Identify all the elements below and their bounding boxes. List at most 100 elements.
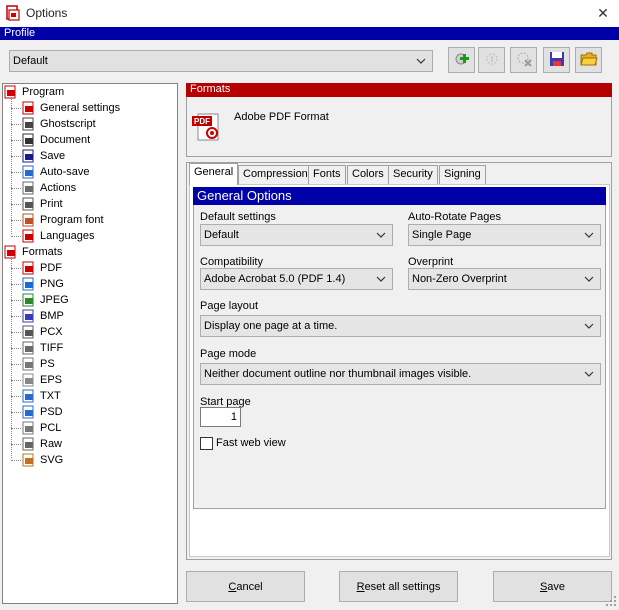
- tab-compression[interactable]: Compression: [238, 165, 313, 184]
- program-font-icon: [21, 213, 36, 227]
- default-settings-select[interactable]: Default: [200, 224, 393, 246]
- auto-rotate-select[interactable]: Single Page: [408, 224, 601, 246]
- tree-connector: [11, 188, 21, 189]
- tree-item-bmp[interactable]: BMP: [21, 308, 64, 324]
- tree-connector: [11, 156, 21, 157]
- tree-item-label: General settings: [40, 102, 121, 114]
- save-profile-button[interactable]: [543, 47, 570, 73]
- tree-item-label: Formats: [22, 246, 63, 258]
- settings-tree: Program General settings Ghostscript Docume…: [2, 83, 178, 604]
- profile-select-value: Default: [13, 55, 48, 67]
- save-profile-icon: [549, 51, 565, 70]
- reset-mnemonic: R: [356, 580, 365, 593]
- resize-grip-icon[interactable]: [604, 594, 617, 607]
- compatibility-label: Compatibility: [200, 256, 263, 268]
- start-page-input[interactable]: 1: [200, 407, 241, 427]
- tab-colors[interactable]: Colors: [347, 165, 389, 184]
- tree-connector: [11, 268, 21, 269]
- delete-profile-icon: [516, 51, 532, 70]
- tree-item-label: JPEG: [40, 294, 69, 306]
- tree-item-ps[interactable]: PS: [21, 356, 55, 372]
- tab-security[interactable]: Security: [388, 165, 438, 184]
- tree-item-label: PDF: [40, 262, 62, 274]
- auto-rotate-value: Single Page: [412, 229, 472, 241]
- svg-format-icon: [21, 453, 36, 467]
- tree-item-print[interactable]: Print: [21, 196, 63, 212]
- reset-label: eset all settings: [364, 580, 441, 593]
- tree-item-save[interactable]: Save: [21, 148, 65, 164]
- tree-item-tiff[interactable]: TIFF: [21, 340, 63, 356]
- close-icon[interactable]: ✕: [596, 5, 610, 22]
- app-icon: [6, 5, 20, 21]
- tree-item-txt[interactable]: TXT: [21, 388, 61, 404]
- chevron-down-icon: [584, 316, 594, 336]
- page-mode-select[interactable]: Neither document outline nor thumbnail i…: [200, 363, 601, 385]
- tree-connector: [11, 364, 21, 365]
- tree-item-psd[interactable]: PSD: [21, 404, 63, 420]
- tree-item-pcx[interactable]: PCX: [21, 324, 63, 340]
- tree-connector: [11, 140, 21, 141]
- chevron-down-icon: [376, 225, 386, 245]
- cancel-label: ancel: [236, 580, 263, 593]
- tree-item-svg[interactable]: SVG: [21, 452, 63, 468]
- tree-connector: [11, 380, 21, 381]
- compatibility-select[interactable]: Adobe Acrobat 5.0 (PDF 1.4): [200, 268, 393, 290]
- actions-icon: [21, 181, 36, 195]
- save-icon: [21, 149, 36, 163]
- tree-item-label: Save: [40, 150, 66, 162]
- tree-connector: [11, 236, 21, 237]
- tree-item-general-settings[interactable]: General settings: [21, 100, 120, 116]
- page-layout-select[interactable]: Display one page at a time.: [200, 315, 601, 337]
- tree-connector: [11, 124, 21, 125]
- tree-item-png[interactable]: PNG: [21, 276, 64, 292]
- languages-icon: [21, 229, 36, 243]
- general-options-header: General Options: [193, 187, 606, 205]
- tree-item-languages[interactable]: Languages: [21, 228, 94, 244]
- profile-select[interactable]: Default: [9, 50, 433, 72]
- tree-item-raw[interactable]: Raw: [21, 436, 62, 452]
- tree-item-program-font[interactable]: Program font: [21, 212, 104, 228]
- cancel-button[interactable]: Cancel: [186, 571, 305, 602]
- title-bar: [0, 0, 619, 27]
- tree-item-program[interactable]: Program: [3, 84, 64, 100]
- tree-item-label: PCL: [40, 422, 62, 434]
- tree-connector: [11, 316, 21, 317]
- tree-item-auto-save[interactable]: Auto-save: [21, 164, 90, 180]
- chevron-down-icon: [584, 225, 594, 245]
- tree-item-ghostscript[interactable]: Ghostscript: [21, 116, 96, 132]
- tree-item-pdf[interactable]: PDF: [21, 260, 62, 276]
- add-profile-button[interactable]: [448, 47, 475, 73]
- save-button[interactable]: Save: [493, 571, 612, 602]
- overprint-label: Overprint: [408, 256, 454, 268]
- general-settings-icon: [21, 101, 36, 115]
- tab-signing[interactable]: Signing: [439, 165, 486, 184]
- tree-item-eps[interactable]: EPS: [21, 372, 62, 388]
- tree-connector: [11, 444, 21, 445]
- tree-connector: [11, 220, 21, 221]
- txt-format-icon: [21, 389, 36, 403]
- tree-item-label: SVG: [40, 454, 64, 466]
- overprint-select[interactable]: Non-Zero Overprint: [408, 268, 601, 290]
- tree-item-label: Document: [40, 134, 91, 146]
- fast-web-view-checkbox[interactable]: [200, 437, 213, 450]
- open-folder-button[interactable]: [575, 47, 602, 73]
- tab-fonts[interactable]: Fonts: [308, 165, 346, 184]
- page-layout-label: Page layout: [200, 300, 259, 312]
- auto-save-icon: [21, 165, 36, 179]
- cancel-mnemonic: C: [228, 580, 237, 593]
- format-info-panel: [186, 97, 612, 157]
- rename-profile-button[interactable]: [478, 47, 505, 73]
- print-icon: [21, 197, 36, 211]
- tree-item-document[interactable]: Document: [21, 132, 90, 148]
- tree-item-actions[interactable]: Actions: [21, 180, 76, 196]
- tree-connector: [11, 284, 21, 285]
- delete-profile-button[interactable]: [510, 47, 537, 73]
- tree-connector: [11, 332, 21, 333]
- reset-all-settings-button[interactable]: Reset all settings: [339, 571, 458, 602]
- chevron-down-icon: [584, 364, 594, 384]
- tab-general[interactable]: General: [189, 163, 239, 185]
- chevron-down-icon: [584, 269, 594, 289]
- tree-item-pcl[interactable]: PCL: [21, 420, 61, 436]
- tree-item-jpeg[interactable]: JPEG: [21, 292, 69, 308]
- chevron-down-icon: [376, 269, 386, 289]
